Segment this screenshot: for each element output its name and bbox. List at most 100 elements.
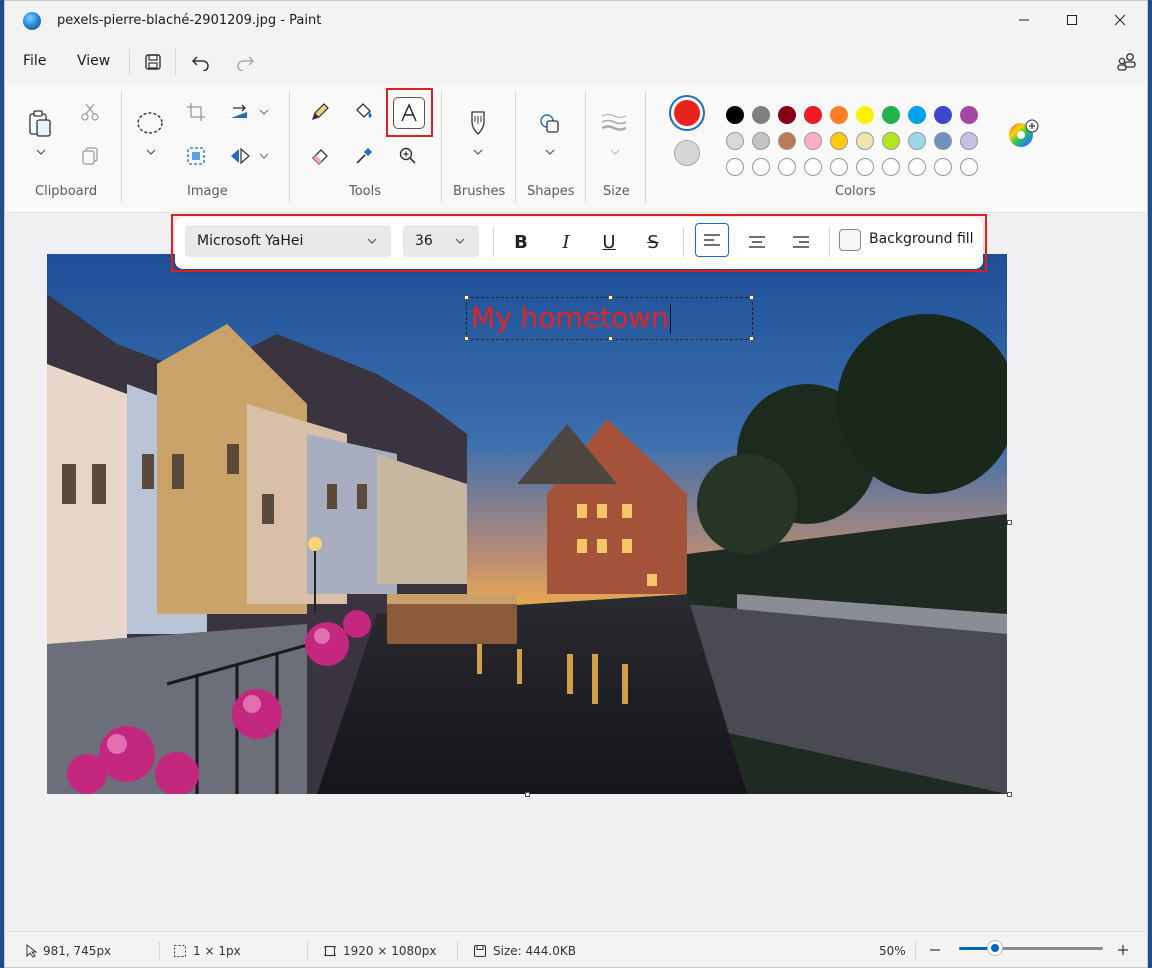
- palette-swatch[interactable]: [960, 132, 978, 150]
- palette-empty-slot[interactable]: [856, 158, 874, 176]
- text-handle-bottom[interactable]: [608, 336, 613, 341]
- redo-button[interactable]: [231, 49, 259, 75]
- bold-button[interactable]: B: [505, 227, 537, 257]
- resize-handle-corner[interactable]: [1007, 792, 1012, 797]
- redo-icon: [237, 56, 255, 71]
- undo-button[interactable]: [187, 49, 215, 75]
- pencil-tool[interactable]: [305, 97, 335, 127]
- palette-swatch[interactable]: [804, 132, 822, 150]
- minimize-button[interactable]: [1001, 1, 1047, 39]
- size-button[interactable]: [599, 107, 629, 137]
- zoom-in-button[interactable]: [1117, 944, 1129, 956]
- palette-empty-slot[interactable]: [882, 158, 900, 176]
- brushes-chevron[interactable]: [471, 147, 485, 157]
- flip-chevron[interactable]: [257, 151, 271, 161]
- eraser-tool[interactable]: [305, 141, 335, 171]
- palette-empty-slot[interactable]: [960, 158, 978, 176]
- rotate-button[interactable]: [225, 97, 255, 127]
- palette-swatch[interactable]: [752, 106, 770, 124]
- palette-swatch[interactable]: [752, 132, 770, 150]
- palette-swatch[interactable]: [830, 132, 848, 150]
- maximize-button[interactable]: [1049, 1, 1095, 39]
- file-size: Size: 444.0KB: [473, 944, 576, 958]
- text-handle-br[interactable]: [749, 336, 754, 341]
- shapes-button[interactable]: [535, 109, 565, 139]
- italic-button[interactable]: I: [550, 227, 582, 257]
- text-handle-tl[interactable]: [464, 295, 469, 300]
- brushes-button[interactable]: [463, 109, 493, 139]
- zoom-out-button[interactable]: [929, 944, 941, 956]
- close-button[interactable]: [1097, 1, 1143, 39]
- palette-empty-slot[interactable]: [908, 158, 926, 176]
- text-a-icon: [401, 103, 417, 122]
- primary-color-button[interactable]: [669, 95, 705, 131]
- palette-swatch[interactable]: [726, 132, 744, 150]
- account-button[interactable]: [1113, 49, 1141, 75]
- palette-swatch[interactable]: [778, 106, 796, 124]
- magnifier-tool[interactable]: [393, 141, 423, 171]
- zoom-slider-thumb[interactable]: [988, 941, 1002, 955]
- underline-button[interactable]: U: [593, 227, 625, 257]
- undo-icon: [191, 56, 209, 71]
- size-chevron[interactable]: [608, 147, 622, 157]
- close-icon: [1114, 14, 1126, 26]
- status-divider: [307, 942, 308, 960]
- strikethrough-button[interactable]: S: [637, 227, 669, 257]
- palette-swatch[interactable]: [778, 132, 796, 150]
- palette-empty-slot[interactable]: [934, 158, 952, 176]
- background-fill-checkbox[interactable]: [839, 229, 861, 251]
- font-family-dropdown[interactable]: Microsoft YaHei: [185, 225, 391, 257]
- cut-button[interactable]: [75, 97, 105, 127]
- palette-swatch[interactable]: [804, 106, 822, 124]
- palette-empty-slot[interactable]: [726, 158, 744, 176]
- align-center-button[interactable]: [741, 227, 773, 257]
- save-button[interactable]: [139, 49, 167, 75]
- view-menu[interactable]: View: [71, 51, 116, 71]
- align-right-button[interactable]: [785, 227, 817, 257]
- resize-handle-bottom[interactable]: [525, 792, 530, 797]
- palette-swatch[interactable]: [856, 106, 874, 124]
- flip-button[interactable]: [225, 141, 255, 171]
- resize-handle-right[interactable]: [1007, 520, 1012, 525]
- palette-empty-slot[interactable]: [804, 158, 822, 176]
- file-menu[interactable]: File: [17, 51, 52, 71]
- canvas-text-box[interactable]: My hometown: [464, 295, 754, 341]
- palette-swatch[interactable]: [726, 106, 744, 124]
- crop-button[interactable]: [181, 97, 211, 127]
- font-size-dropdown[interactable]: 36: [403, 225, 479, 257]
- secondary-color-button[interactable]: [671, 137, 703, 169]
- palette-empty-slot[interactable]: [778, 158, 796, 176]
- fill-tool[interactable]: [349, 97, 379, 127]
- palette-swatch[interactable]: [856, 132, 874, 150]
- align-left-button[interactable]: [695, 223, 729, 257]
- paste-chevron[interactable]: [34, 147, 48, 157]
- text-handle-bl[interactable]: [464, 336, 469, 341]
- edit-colors-button[interactable]: [1007, 119, 1041, 155]
- align-left-icon: [704, 234, 720, 246]
- palette-swatch[interactable]: [830, 106, 848, 124]
- text-handle-tr[interactable]: [749, 295, 754, 300]
- color-picker-tool[interactable]: [349, 141, 379, 171]
- text-tool[interactable]: [393, 97, 425, 129]
- palette-swatch[interactable]: [882, 132, 900, 150]
- maximize-icon: [1067, 15, 1077, 25]
- palette-empty-slot[interactable]: [752, 158, 770, 176]
- rotate-chevron[interactable]: [257, 107, 271, 117]
- palette-empty-slot[interactable]: [830, 158, 848, 176]
- palette-swatch[interactable]: [960, 106, 978, 124]
- paste-button[interactable]: [25, 109, 55, 139]
- select-button[interactable]: [135, 109, 165, 139]
- palette-swatch[interactable]: [934, 132, 952, 150]
- text-handle-top[interactable]: [608, 295, 613, 300]
- palette-swatch[interactable]: [882, 106, 900, 124]
- shapes-chevron[interactable]: [543, 147, 557, 157]
- palette-swatch[interactable]: [908, 106, 926, 124]
- canvas-text[interactable]: My hometown: [471, 301, 671, 334]
- copy-button[interactable]: [75, 141, 105, 171]
- palette-swatch[interactable]: [934, 106, 952, 124]
- palette-swatch[interactable]: [908, 132, 926, 150]
- colors-group-label: Colors: [835, 184, 876, 199]
- resize-button[interactable]: [181, 141, 211, 171]
- ribbon-divider: [585, 91, 586, 203]
- select-chevron[interactable]: [144, 147, 158, 157]
